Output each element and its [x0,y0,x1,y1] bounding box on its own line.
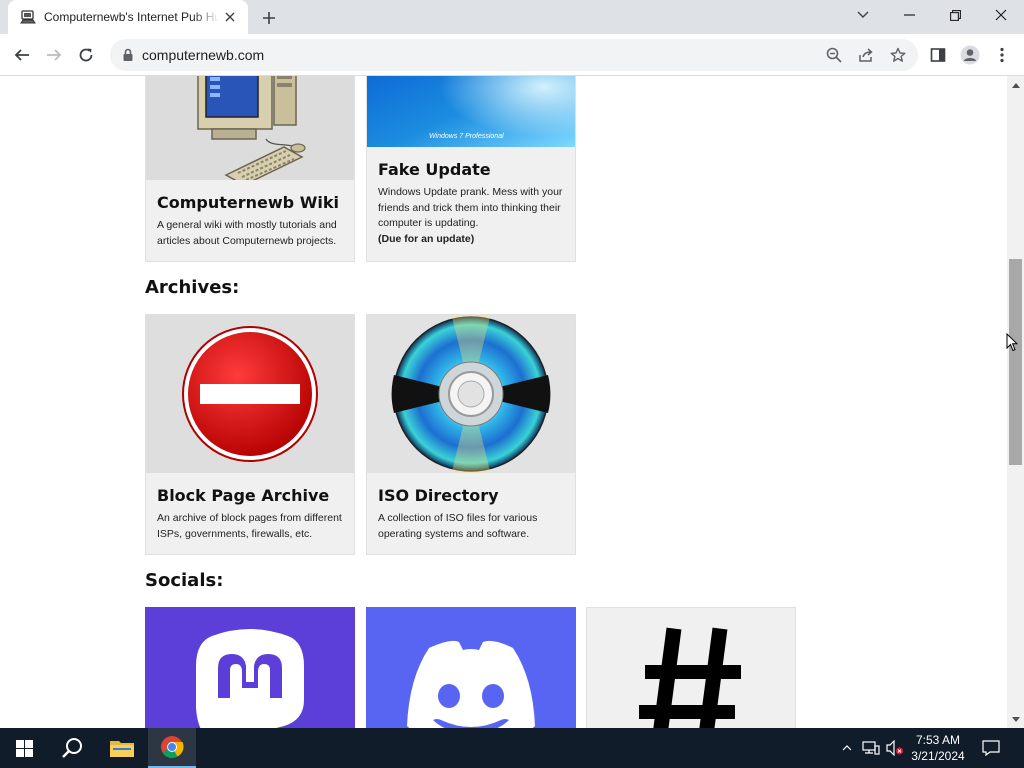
discord-logo-icon [367,608,575,728]
restore-icon [949,9,961,21]
tab-title: Computernewb's Internet Pub Hub [44,10,219,24]
volume-muted-icon [886,740,904,756]
side-panel-icon [930,48,946,62]
side-panel-button[interactable] [926,43,950,67]
card-description: A general wiki with mostly tutorials and… [157,219,337,247]
scrollbar-thumb[interactable] [1009,259,1022,465]
card-image: Windows 7 Professional [367,76,575,147]
card-description: Windows Update prank. Mess with your fri… [378,185,573,247]
windows-taskbar: 7:53 AM 3/21/2024 [0,728,1024,768]
bookmark-button[interactable] [888,45,908,65]
folder-icon [110,741,134,757]
reload-icon [79,48,93,62]
new-tab-button[interactable] [258,7,280,29]
restore-button[interactable] [932,0,978,30]
taskbar-clock[interactable]: 7:53 AM 3/21/2024 [905,732,971,764]
share-icon [859,48,873,62]
volume-button[interactable] [884,728,906,768]
card-fake-update[interactable]: Windows 7 Professional Fake Update Windo… [366,76,576,262]
lock-icon[interactable] [120,47,136,63]
card-mastodon[interactable] [145,607,355,728]
tab-strip: Computernewb's Internet Pub Hub [0,0,1024,34]
wallpaper-caption: Windows 7 Professional [429,133,504,140]
reload-button[interactable] [74,43,98,67]
card-image [146,76,354,180]
star-icon [890,47,906,62]
network-status-button[interactable] [860,728,882,768]
tab-close-icon[interactable] [222,9,238,25]
browser-tab[interactable]: Computernewb's Internet Pub Hub [8,0,248,34]
hashtag-icon [587,608,795,728]
minimize-button[interactable] [886,0,932,30]
section-heading-archives: Archives: [145,277,240,298]
card-discord[interactable] [366,607,576,728]
close-window-button[interactable] [978,0,1024,30]
card-note: (Due for an update) [378,232,475,245]
search-icon [62,738,82,758]
card-title[interactable]: Block Page Archive [157,486,329,505]
taskbar-search-button[interactable] [48,728,96,768]
zoom-button[interactable] [824,45,844,65]
plus-icon [263,12,275,24]
card-description-text: Windows Update prank. Mess with your fri… [378,186,563,229]
section-heading-socials: Socials: [145,570,224,591]
chrome-icon [161,736,184,758]
share-button[interactable] [856,45,876,65]
card-title[interactable]: Fake Update [378,160,491,179]
card-iso-directory[interactable]: ISO Directory A collection of ISO files … [366,314,576,555]
chevron-up-icon [842,745,852,751]
url-text[interactable]: computernewb.com [142,47,264,63]
action-center-button[interactable] [976,728,1006,768]
close-icon [995,9,1007,21]
retro-computer-icon [146,76,354,180]
scroll-up-arrow-icon[interactable] [1007,78,1024,92]
chevron-down-icon [857,11,869,18]
browser-toolbar: computernewb.com [0,34,1024,76]
card-title[interactable]: ISO Directory [378,486,499,505]
cd-disc-icon [367,315,575,473]
card-computernewb-wiki[interactable]: Computernewb Wiki A general wiki with mo… [145,76,355,262]
show-hidden-icons-button[interactable] [838,728,856,768]
tab-search-button[interactable] [840,0,886,30]
taskbar-file-explorer[interactable] [98,728,146,768]
profile-button[interactable] [958,43,982,67]
card-image [367,315,575,473]
minimize-icon [903,14,915,16]
arrow-right-icon [47,49,62,61]
taskbar-chrome[interactable] [148,728,196,768]
card-title[interactable]: Computernewb Wiki [157,193,339,212]
page-scrollbar[interactable] [1007,76,1024,728]
network-icon [862,741,880,755]
clock-date: 3/21/2024 [911,749,965,763]
no-entry-sign-icon [146,315,354,473]
clock-time: 7:53 AM [915,733,961,747]
page-viewport: Computernewb Wiki A general wiki with mo… [0,76,1007,728]
notification-icon [982,740,1000,756]
zoom-out-icon [826,47,842,63]
mastodon-logo-icon [146,608,354,728]
card-image [146,315,354,473]
card-hashtag[interactable] [586,607,796,728]
more-vertical-icon [1000,47,1004,63]
card-block-page-archive[interactable]: Block Page Archive An archive of block p… [145,314,355,555]
address-bar[interactable]: computernewb.com [110,39,918,71]
start-button[interactable] [0,728,48,768]
card-description: A collection of ISO files for various op… [378,512,538,540]
mouse-cursor-icon [1006,333,1018,352]
back-button[interactable] [10,43,34,67]
site-favicon-icon [20,10,36,24]
arrow-left-icon [14,49,29,61]
forward-button[interactable] [42,43,66,67]
browser-menu-button[interactable] [990,43,1014,67]
windows-logo-icon [15,739,33,757]
card-description: An archive of block pages from different… [157,512,342,540]
scroll-down-arrow-icon[interactable] [1007,712,1024,726]
profile-avatar-icon [960,45,980,65]
